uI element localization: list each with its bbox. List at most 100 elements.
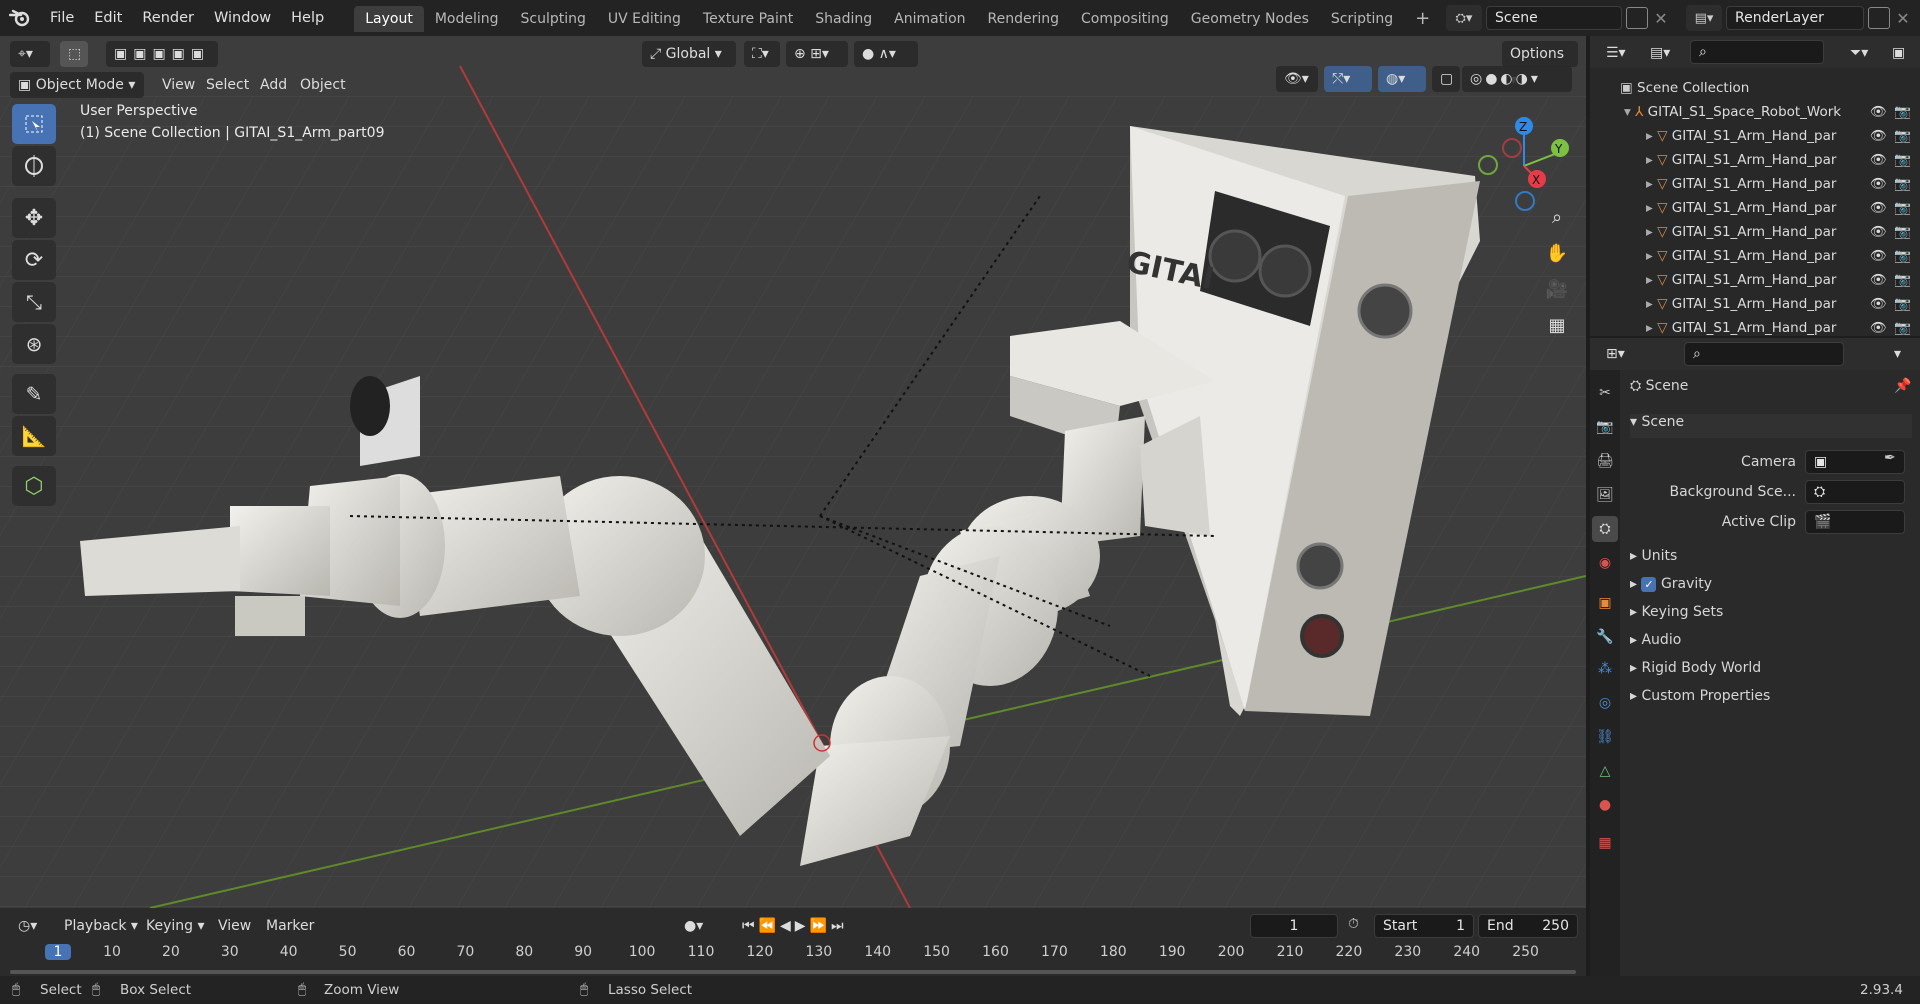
units-section[interactable]: ▸ Units <box>1630 548 1677 564</box>
outliner[interactable]: ☰▾ ▤▾ ⌕ ⏷▾ ▣ ▣ Scene Collection ▾ ⅄ GITA… <box>1590 36 1920 336</box>
render-camera-icon[interactable]: 📷 <box>1894 220 1911 244</box>
render-camera-icon[interactable]: 📷 <box>1894 292 1911 316</box>
visibility-eye-icon[interactable]: 👁 <box>1870 148 1887 172</box>
menu-render[interactable]: Render <box>132 0 204 36</box>
outliner-row-child[interactable]: ▸ ▽ GITAI_S1_Arm_Hand_par 👁 📷 <box>1590 196 1920 220</box>
render-tab-icon[interactable]: 📷 <box>1592 414 1618 440</box>
move-tool-icon[interactable]: ✥ <box>12 198 56 238</box>
render-camera-icon[interactable]: 📷 <box>1894 316 1911 340</box>
visibility-eye-icon[interactable]: 👁 <box>1870 268 1887 292</box>
tool-tab-icon[interactable]: ✂ <box>1592 380 1618 406</box>
select-mode-new-icon[interactable]: ▣▣▣▣▣ <box>106 41 218 67</box>
tab-modeling[interactable]: Modeling <box>424 6 510 32</box>
visibility-eye-icon[interactable]: 👁 <box>1870 220 1887 244</box>
menu-object[interactable]: Object <box>292 72 354 98</box>
outliner-row-child[interactable]: ▸ ▽ GITAI_S1_Arm_Hand_par 👁 📷 <box>1590 316 1920 340</box>
scene-tab-icon[interactable]: ⛭ <box>1592 516 1618 542</box>
new-scene-icon[interactable] <box>1626 7 1648 29</box>
expand-chevron-icon[interactable]: ▸ <box>1646 200 1657 216</box>
physics-tab-icon[interactable]: ◎ <box>1592 690 1618 716</box>
outliner-row-child[interactable]: ▸ ▽ GITAI_S1_Arm_Hand_par 👁 📷 <box>1590 124 1920 148</box>
menu-edit[interactable]: Edit <box>84 0 132 36</box>
visibility-eye-icon[interactable]: 👁 <box>1870 244 1887 268</box>
proportional-edit-icon[interactable]: ● ∧▾ <box>854 41 918 67</box>
tab-animation[interactable]: Animation <box>883 6 976 32</box>
expand-chevron-icon[interactable]: ▾ <box>1624 104 1635 120</box>
object-tab-icon[interactable]: ▣ <box>1592 590 1618 616</box>
visibility-eye-icon[interactable]: 👁 <box>1870 124 1887 148</box>
texture-tab-icon[interactable]: ▦ <box>1592 830 1618 856</box>
frame-ruler[interactable]: 1 10 20 30 40 50 60 70 80 90 100 110 120 130 140 150 160… <box>0 908 1586 976</box>
modifier-tab-icon[interactable]: 🔧 <box>1592 624 1618 650</box>
expand-chevron-icon[interactable]: ▸ <box>1646 320 1657 336</box>
gizmo-toggle-icon[interactable]: ⤲▾ <box>1324 66 1372 92</box>
visibility-eye-icon[interactable]: 👁 <box>1870 172 1887 196</box>
object-mode-dropdown[interactable]: ▣ Object Mode ▾ <box>10 72 144 98</box>
world-tab-icon[interactable]: ◉ <box>1592 550 1618 576</box>
expand-chevron-icon[interactable]: ▸ <box>1646 296 1657 312</box>
tab-scripting[interactable]: Scripting <box>1320 6 1404 32</box>
transform-tool-icon[interactable]: ⊛ <box>12 324 56 364</box>
scene-panel-header[interactable]: ▾ Scene <box>1630 414 1912 438</box>
xray-toggle-icon[interactable]: ▢ <box>1432 66 1460 92</box>
menu-add[interactable]: Add <box>252 72 295 98</box>
expand-chevron-icon[interactable]: ▸ <box>1646 128 1657 144</box>
tab-shading[interactable]: Shading <box>804 6 883 32</box>
render-camera-icon[interactable]: 📷 <box>1894 244 1911 268</box>
render-camera-icon[interactable]: 📷 <box>1894 196 1911 220</box>
rotate-tool-icon[interactable]: ⟳ <box>12 240 56 280</box>
annotate-tool-icon[interactable]: ✎ <box>12 374 56 414</box>
expand-chevron-icon[interactable]: ▸ <box>1646 224 1657 240</box>
active-clip-field[interactable]: 🎬 <box>1805 510 1905 534</box>
view-layer-field[interactable]: RenderLayer <box>1726 6 1864 30</box>
view-layer-tab-icon[interactable]: 🖼 <box>1592 482 1618 508</box>
overlay-toggle-icon[interactable]: ◍▾ <box>1378 66 1426 92</box>
menu-window[interactable]: Window <box>204 0 281 36</box>
timeline[interactable]: ◷▾ Playback ▾ Keying ▾ View Marker ●▾ ⏮⏪… <box>0 908 1586 976</box>
3d-viewport[interactable]: GITAI ⌖▾ ⬚ ▣▣▣▣▣ ⤢ Global ▾ ⛶▾ ⊕ ⊞▾ ● ∧▾… <box>0 36 1586 908</box>
add-workspace-plus-icon[interactable]: + <box>1404 6 1441 32</box>
visibility-filter-icon[interactable]: 👁▾ <box>1276 66 1318 92</box>
background-scene-field[interactable]: ⛭ <box>1805 480 1905 504</box>
render-camera-icon[interactable]: 📷 <box>1894 100 1911 124</box>
display-mode-icon[interactable]: ▤▾ <box>1642 40 1680 66</box>
outliner-row-child[interactable]: ▸ ▽ GITAI_S1_Arm_Hand_par 👁 📷 <box>1590 148 1920 172</box>
scale-tool-icon[interactable]: ⤡ <box>12 282 56 322</box>
outliner-row-child[interactable]: ▸ ▽ GITAI_S1_Arm_Hand_par 👁 📷 <box>1590 220 1920 244</box>
properties-options-icon[interactable]: ▾ <box>1886 341 1914 367</box>
camera-view-icon[interactable]: 🎥 <box>1540 272 1574 306</box>
tab-geometry-nodes[interactable]: Geometry Nodes <box>1180 6 1320 32</box>
zoom-icon[interactable]: ⌕ <box>1540 200 1574 234</box>
keying-sets-section[interactable]: ▸ Keying Sets <box>1630 604 1723 620</box>
outliner-editor-type-icon[interactable]: ☰▾ <box>1598 40 1636 66</box>
render-camera-icon[interactable]: 📷 <box>1894 124 1911 148</box>
particles-tab-icon[interactable]: ⁂ <box>1592 656 1618 682</box>
measure-tool-icon[interactable]: 📐 <box>12 416 56 456</box>
properties-search-input[interactable]: ⌕ <box>1684 342 1844 366</box>
rigid-body-world-section[interactable]: ▸ Rigid Body World <box>1630 660 1761 676</box>
tab-uv-editing[interactable]: UV Editing <box>597 6 692 32</box>
tab-rendering[interactable]: Rendering <box>977 6 1071 32</box>
new-collection-icon[interactable]: ▣ <box>1884 40 1914 66</box>
blender-logo-icon[interactable] <box>0 0 40 36</box>
select-tool-icon[interactable]: ⬚ <box>60 41 88 67</box>
render-camera-icon[interactable]: 📷 <box>1894 148 1911 172</box>
delete-view-layer-icon[interactable]: ✕ <box>1894 9 1912 28</box>
snap-toggle-icon[interactable]: ⊕ ⊞▾ <box>786 41 848 67</box>
outliner-row-child[interactable]: ▸ ▽ GITAI_S1_Arm_Hand_par 👁 📷 <box>1590 292 1920 316</box>
select-box-tool-icon[interactable] <box>12 104 56 144</box>
outliner-search-input[interactable]: ⌕ <box>1690 40 1824 64</box>
add-cube-tool-icon[interactable]: ⬡ <box>12 466 56 506</box>
editor-type-icon[interactable]: ⌖▾ <box>10 41 50 67</box>
scene-name-field[interactable]: Scene <box>1486 6 1622 30</box>
cursor-tool-icon[interactable] <box>12 146 56 186</box>
material-tab-icon[interactable]: ● <box>1592 792 1618 818</box>
expand-chevron-icon[interactable]: ▸ <box>1646 272 1657 288</box>
tab-layout[interactable]: Layout <box>354 6 424 32</box>
transform-orientation-dropdown[interactable]: ⤢ Global ▾ <box>642 41 736 67</box>
gravity-checkbox[interactable]: ✓ <box>1641 576 1657 592</box>
outliner-row-parent[interactable]: ▾ ⅄ GITAI_S1_Space_Robot_Work 👁 📷 <box>1590 100 1920 124</box>
properties-editor-type-icon[interactable]: ⊞▾ <box>1598 341 1636 367</box>
eyedropper-icon[interactable]: ✒ <box>1884 450 1896 466</box>
outliner-row-scene-collection[interactable]: ▣ Scene Collection <box>1590 76 1920 100</box>
